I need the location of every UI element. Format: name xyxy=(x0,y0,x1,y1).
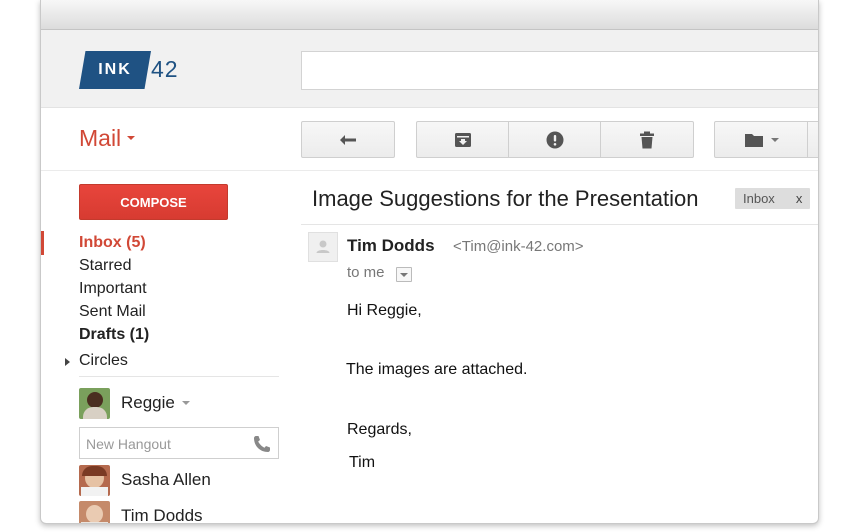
message-body-signature: Tim xyxy=(349,454,376,471)
new-hangout-input[interactable] xyxy=(86,435,241,453)
hangouts-self-name: Reggie xyxy=(121,393,175,412)
archive-button[interactable] xyxy=(416,121,509,158)
sidebar: COMPOSE Inbox (5) Starred Important Sent… xyxy=(41,172,296,524)
browser-window: INK 42 Mail COMPOSE Inbox (5) Starred Im… xyxy=(40,0,819,524)
hangouts-self[interactable]: Reggie xyxy=(79,387,190,419)
sidebar-item-sent-mail[interactable]: Sent Mail xyxy=(79,303,146,321)
mail-menu[interactable]: Mail xyxy=(79,125,136,152)
avatar xyxy=(79,387,110,419)
avatar xyxy=(79,500,110,523)
phone-icon[interactable] xyxy=(252,434,272,454)
message-body-closing: Regards, xyxy=(347,421,412,438)
sidebar-item-starred[interactable]: Starred xyxy=(79,257,131,275)
hangouts-contact[interactable]: Tim Dodds xyxy=(79,500,203,524)
sender-avatar xyxy=(308,232,338,262)
subject-divider xyxy=(301,224,818,225)
sender-name[interactable]: Tim Dodds xyxy=(347,236,435,256)
message-view: Image Suggestions for the Presentation I… xyxy=(301,172,818,523)
app-header: INK 42 xyxy=(41,30,818,108)
reply-button[interactable] xyxy=(301,121,395,158)
label-text: Inbox xyxy=(743,191,775,206)
hangouts-contact[interactable]: Sasha Allen xyxy=(79,464,211,496)
window-chrome-bar xyxy=(41,0,818,30)
message-subject: Image Suggestions for the Presentation xyxy=(312,186,699,211)
sidebar-item-inbox[interactable]: Inbox (5) xyxy=(79,234,146,252)
person-icon xyxy=(316,240,330,253)
search-input[interactable] xyxy=(301,51,818,90)
trash-icon xyxy=(640,131,654,148)
reply-arrow-icon xyxy=(340,134,356,145)
report-spam-button[interactable] xyxy=(508,121,601,158)
archive-box-icon xyxy=(454,132,471,147)
new-hangout-field[interactable] xyxy=(79,427,279,459)
folder-icon xyxy=(744,133,763,147)
delete-button[interactable] xyxy=(600,121,694,158)
labels-button[interactable] xyxy=(807,121,818,158)
inbox-label-chip: Inbox x xyxy=(735,188,811,209)
sidebar-divider xyxy=(79,376,279,377)
logo-tag-text: INK xyxy=(98,61,132,78)
sidebar-item-drafts[interactable]: Drafts (1) xyxy=(79,326,149,344)
message-body-greeting: Hi Reggie, xyxy=(347,302,422,319)
recipient-line: to me xyxy=(347,264,385,281)
show-details-dropdown[interactable] xyxy=(396,267,412,282)
logo-tag: INK xyxy=(79,51,151,89)
expand-arrow-icon[interactable] xyxy=(65,358,70,366)
hangouts-contact-name: Tim Dodds xyxy=(121,506,203,524)
remove-label-button[interactable]: x xyxy=(796,191,803,206)
chevron-down-icon xyxy=(770,137,779,142)
avatar xyxy=(79,464,110,496)
sidebar-item-important[interactable]: Important xyxy=(79,280,147,298)
hangouts-contact-name: Sasha Allen xyxy=(121,470,211,489)
toolbar-row: Mail xyxy=(41,109,818,171)
mail-menu-label: Mail xyxy=(79,125,122,151)
stage: INK 42 Mail COMPOSE Inbox (5) Starred Im… xyxy=(0,0,854,532)
move-to-button[interactable] xyxy=(714,121,808,158)
chevron-down-icon xyxy=(127,135,136,140)
compose-button[interactable]: COMPOSE xyxy=(79,184,228,220)
message-body-text: The images are attached. xyxy=(346,361,528,378)
sidebar-item-circles[interactable]: Circles xyxy=(79,352,128,370)
active-indicator xyxy=(41,231,44,255)
ink42-logo[interactable]: INK 42 xyxy=(79,51,189,89)
logo-number: 42 xyxy=(151,56,179,82)
sender-email: <Tim@ink-42.com> xyxy=(453,238,584,255)
exclamation-icon xyxy=(546,131,563,148)
chevron-down-icon xyxy=(181,401,190,405)
